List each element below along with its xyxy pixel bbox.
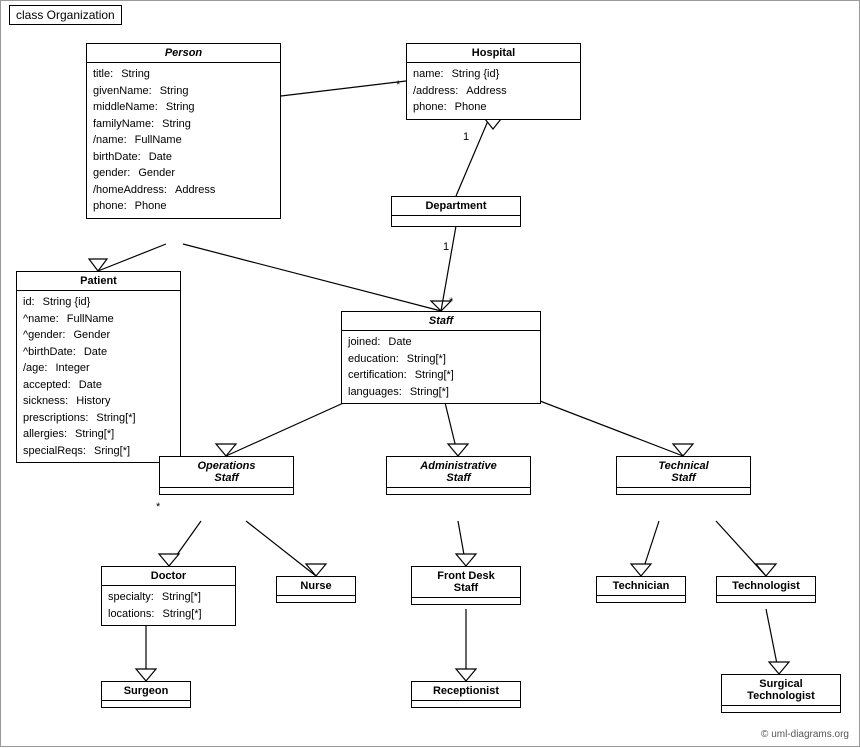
class-patient-body: id:String {id} ^name:FullName ^gender:Ge… (17, 291, 180, 462)
class-technical-staff-body (617, 488, 750, 494)
class-technologist-header: Technologist (717, 577, 815, 596)
class-surgeon-body (102, 701, 190, 707)
class-receptionist-body (412, 701, 520, 707)
mult-ops-star: * (156, 501, 160, 513)
class-technician-body (597, 596, 685, 602)
class-hospital-header: Hospital (407, 44, 580, 63)
class-operations-staff-body (160, 488, 293, 494)
class-operations-staff: OperationsStaff (159, 456, 294, 495)
class-department-body (392, 216, 520, 226)
class-person-body: title:String givenName:String middleName… (87, 63, 280, 218)
class-surgical-technologist: SurgicalTechnologist (721, 674, 841, 713)
class-technician-header: Technician (597, 577, 685, 596)
copyright: © uml-diagrams.org (761, 729, 849, 740)
class-technician: Technician (596, 576, 686, 603)
class-doctor-header: Doctor (102, 567, 235, 586)
class-front-desk-staff-header: Front DeskStaff (412, 567, 520, 598)
class-operations-staff-header: OperationsStaff (160, 457, 293, 488)
class-front-desk-staff-body (412, 598, 520, 604)
class-receptionist-header: Receptionist (412, 682, 520, 701)
diagram-container: class Organization (0, 0, 860, 747)
class-department: Department (391, 196, 521, 227)
class-nurse-header: Nurse (277, 577, 355, 596)
diagram-title: class Organization (9, 5, 122, 25)
class-department-header: Department (392, 197, 520, 216)
class-administrative-staff-header: AdministrativeStaff (387, 457, 530, 488)
class-hospital: Hospital name:String {id} /address:Addre… (406, 43, 581, 120)
class-surgical-technologist-header: SurgicalTechnologist (722, 675, 840, 706)
class-administrative-staff-body (387, 488, 530, 494)
class-patient: Patient id:String {id} ^name:FullName ^g… (16, 271, 181, 463)
mult-dept-staff: 1 (443, 241, 449, 253)
class-doctor-body: specialty:String[*] locations:String[*] (102, 586, 235, 625)
mult-person-hospital-right: * (396, 79, 400, 91)
class-staff-body: joined:Date education:String[*] certific… (342, 331, 540, 403)
class-doctor: Doctor specialty:String[*] locations:Str… (101, 566, 236, 626)
class-person-header: Person (87, 44, 280, 63)
class-administrative-staff: AdministrativeStaff (386, 456, 531, 495)
class-staff: Staff joined:Date education:String[*] ce… (341, 311, 541, 404)
class-staff-header: Staff (342, 312, 540, 331)
class-person: Person title:String givenName:String mid… (86, 43, 281, 219)
class-receptionist: Receptionist (411, 681, 521, 708)
mult-hospital-dept: 1 (463, 131, 469, 143)
class-front-desk-staff: Front DeskStaff (411, 566, 521, 605)
class-nurse: Nurse (276, 576, 356, 603)
class-technical-staff-header: TechnicalStaff (617, 457, 750, 488)
class-surgeon: Surgeon (101, 681, 191, 708)
mult-dept-staff-star: * (449, 296, 453, 308)
class-surgeon-header: Surgeon (102, 682, 190, 701)
class-surgical-technologist-body (722, 706, 840, 712)
class-patient-header: Patient (17, 272, 180, 291)
class-technologist-body (717, 596, 815, 602)
class-technologist: Technologist (716, 576, 816, 603)
class-nurse-body (277, 596, 355, 602)
class-hospital-body: name:String {id} /address:Address phone:… (407, 63, 580, 119)
class-technical-staff: TechnicalStaff (616, 456, 751, 495)
